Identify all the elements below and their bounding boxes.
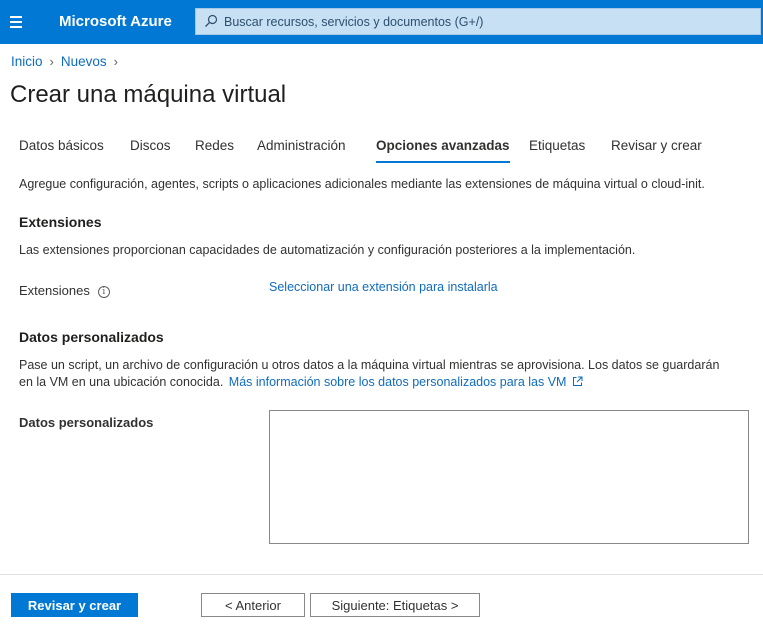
tab-opciones-avanzadas[interactable]: Opciones avanzadas <box>376 138 510 163</box>
select-extension-link[interactable]: Seleccionar una extensión para instalarl… <box>269 280 498 294</box>
breadcrumb-inicio[interactable]: Inicio <box>11 54 43 69</box>
top-bar: Microsoft Azure Buscar recursos, servici… <box>0 0 763 44</box>
tab-etiquetas[interactable]: Etiquetas <box>529 138 585 153</box>
custom-data-description-line1: Pase un script, un archivo de configurac… <box>19 358 720 372</box>
learn-more-link-text: Más información sobre los datos personal… <box>228 375 567 389</box>
previous-button[interactable]: < Anterior <box>201 593 305 617</box>
footer-divider <box>0 574 763 575</box>
breadcrumb: Inicio › Nuevos › <box>11 54 125 69</box>
custom-data-field-label: Datos personalizados <box>19 415 154 430</box>
extensions-label-text: Extensiones <box>19 283 90 298</box>
search-placeholder: Buscar recursos, servicios y documentos … <box>224 15 484 29</box>
tab-administracion[interactable]: Administración <box>257 138 346 153</box>
tab-datos-basicos[interactable]: Datos básicos <box>19 138 104 153</box>
tab-discos[interactable]: Discos <box>130 138 171 153</box>
chevron-right-icon: › <box>49 54 54 69</box>
intro-text: Agregue configuración, agentes, scripts … <box>19 177 705 191</box>
next-button[interactable]: Siguiente: Etiquetas > <box>310 593 480 617</box>
hamburger-menu-icon[interactable] <box>0 0 40 44</box>
search-icon <box>205 14 218 27</box>
custom-data-description-line2: en la VM en una ubicación conocida. Más … <box>19 375 583 389</box>
global-search-input[interactable]: Buscar recursos, servicios y documentos … <box>195 8 761 35</box>
extensions-description: Las extensiones proporcionan capacidades… <box>19 243 636 257</box>
info-icon[interactable]: i <box>97 285 110 298</box>
portal-brand[interactable]: Microsoft Azure <box>59 13 172 30</box>
review-create-button[interactable]: Revisar y crear <box>11 593 138 617</box>
breadcrumb-nuevos[interactable]: Nuevos <box>61 54 107 69</box>
custom-data-textarea[interactable] <box>269 410 749 544</box>
external-link-icon <box>572 376 583 386</box>
chevron-right-icon: › <box>113 54 118 69</box>
extensions-heading: Extensiones <box>19 214 102 230</box>
learn-more-link[interactable]: Más información sobre los datos personal… <box>229 375 583 389</box>
tab-redes[interactable]: Redes <box>195 138 234 153</box>
extensions-field-label: Extensiones i <box>19 283 110 298</box>
tab-revisar-y-crear[interactable]: Revisar y crear <box>611 138 702 153</box>
custom-data-heading: Datos personalizados <box>19 329 164 345</box>
custom-data-description-text: en la VM en una ubicación conocida. <box>19 375 224 389</box>
page-title: Crear una máquina virtual <box>10 81 287 108</box>
